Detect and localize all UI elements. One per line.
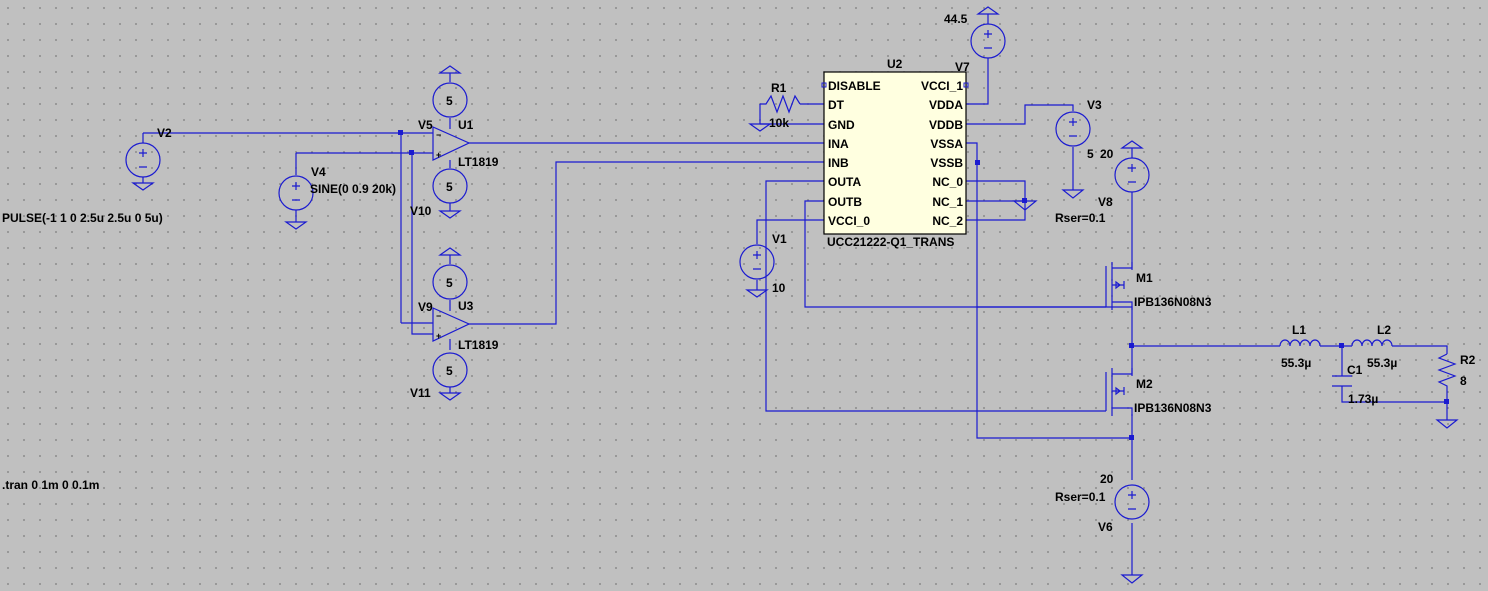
svg-text:+: + [436, 331, 441, 341]
u2-pin-vcci1: VCCI_1 [921, 79, 963, 93]
v8-source[interactable]: 20 V8 Rser=0.1 [1055, 140, 1150, 225]
v5-value: 5 [446, 94, 453, 108]
svg-text:−: − [436, 130, 441, 140]
l1-ref: L1 [1292, 323, 1306, 337]
c1-value: 1.73µ [1348, 392, 1378, 406]
c1-ref: C1 [1347, 363, 1363, 377]
r2-ref: R2 [1460, 353, 1476, 367]
v10-source[interactable]: 5 V10 [410, 168, 468, 219]
v8-rser: Rser=0.1 [1055, 211, 1106, 225]
v1-source[interactable]: V1 10 [739, 232, 787, 298]
v3-source[interactable]: V3 5 [1055, 98, 1102, 199]
v5-ref: V5 [418, 118, 433, 132]
u2-pin-outa: OUTA [828, 175, 861, 189]
v8-ref: V8 [1098, 195, 1113, 209]
l1-value: 55.3µ [1281, 356, 1311, 370]
u3-ref: U3 [458, 299, 474, 313]
r2-value: 8 [1460, 374, 1467, 388]
schematic-canvas[interactable]: V2 PULSE(-1 1 0 2.5u 2.5u 0 5u) V4 SINE(… [0, 0, 1488, 591]
v9-value: 5 [446, 276, 453, 290]
v1-ref: V1 [772, 232, 787, 246]
m1-mosfet[interactable]: M1 IPB136N08N3 [1105, 262, 1212, 310]
v9-ref: V9 [418, 300, 433, 314]
v6-rser: Rser=0.1 [1055, 490, 1106, 504]
wires [142, 58, 1448, 575]
v8-value: 20 [1100, 147, 1114, 161]
u2-pin-outb: OUTB [828, 195, 862, 209]
u2-pin-vdda: VDDA [929, 98, 963, 112]
m2-mosfet[interactable]: M2 IPB136N08N3 [1105, 368, 1212, 416]
u2-pin-ina: INA [828, 137, 849, 151]
u2-pin-vddb: VDDB [929, 118, 963, 132]
u2-value: UCC21222-Q1_TRANS [827, 235, 954, 249]
u2-pin-nc1: NC_1 [932, 195, 963, 209]
tran-directive[interactable]: .tran 0 1m 0 0.1m [2, 478, 99, 492]
l2-value: 55.3µ [1367, 356, 1397, 370]
svg-text:−: − [436, 311, 441, 321]
v11-value: 5 [446, 364, 453, 378]
v10-value: 5 [446, 180, 453, 194]
u2-pin-vcci0: VCCI_0 [828, 214, 870, 228]
v2-value: PULSE(-1 1 0 2.5u 2.5u 0 5u) [2, 211, 163, 225]
m1-ref: M1 [1136, 271, 1153, 285]
u3-value: LT1819 [458, 338, 499, 352]
u2-pin-disable: DISABLE [828, 79, 881, 93]
u2-pin-nc2: NC_2 [932, 214, 963, 228]
v10-ref: V10 [410, 204, 432, 218]
m2-value: IPB136N08N3 [1134, 401, 1212, 415]
m1-value: IPB136N08N3 [1134, 295, 1212, 309]
v6-source[interactable]: 20 Rser=0.1 V6 [1055, 472, 1150, 584]
u2-pin-inb: INB [828, 156, 849, 170]
v4-value: SINE(0 0.9 20k) [310, 182, 396, 196]
v11-source[interactable]: 5 V11 [410, 352, 468, 401]
u2-chip[interactable]: U2 UCC21222-Q1_TRANS DISABLE DT GND INA … [821, 57, 969, 249]
r2-resistor[interactable]: R2 8 [1435, 353, 1476, 429]
v2-source[interactable]: V2 PULSE(-1 1 0 2.5u 2.5u 0 5u) [2, 126, 172, 225]
m2-ref: M2 [1136, 377, 1153, 391]
v11-ref: V11 [410, 386, 431, 400]
l1-inductor[interactable]: L1 55.3µ [1279, 323, 1321, 370]
v6-value: 20 [1100, 472, 1114, 486]
v4-ref: V4 [311, 165, 326, 179]
u3-opamp[interactable]: − + U3 LT1819 [432, 299, 499, 352]
r1-ref: R1 [771, 81, 787, 95]
u1-ref: U1 [458, 118, 474, 132]
v3-ref: V3 [1087, 98, 1102, 112]
u2-ref: U2 [887, 57, 903, 71]
v6-ref: V6 [1098, 520, 1113, 534]
u2-pin-dt: DT [828, 98, 845, 112]
u2-pin-nc0: NC_0 [932, 175, 963, 189]
u2-pin-vssa: VSSA [930, 137, 963, 151]
l2-ref: L2 [1377, 323, 1391, 337]
v7-source[interactable]: 44.5 V7 [944, 6, 1006, 74]
u2-pin-gnd: GND [828, 118, 855, 132]
v2-ref: V2 [157, 126, 172, 140]
v7-value: 44.5 [944, 12, 968, 26]
u2-pin-vssb: VSSB [930, 156, 963, 170]
v3-value: 5 [1087, 147, 1094, 161]
r1-value: 10k [769, 116, 789, 130]
u1-value: LT1819 [458, 155, 499, 169]
v7-ref: V7 [955, 60, 970, 74]
v1-value: 10 [772, 281, 786, 295]
svg-text:+: + [436, 150, 441, 160]
